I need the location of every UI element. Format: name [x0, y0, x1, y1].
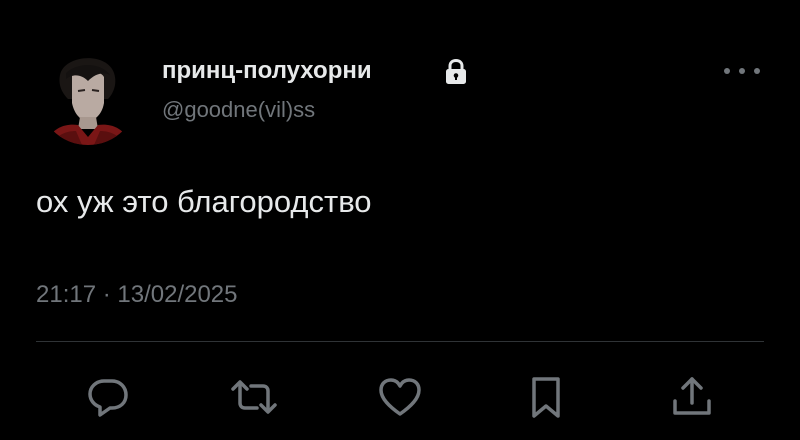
avatar-image: [38, 45, 138, 145]
display-name[interactable]: принц-полухорни: [162, 56, 372, 86]
share-button[interactable]: [668, 373, 716, 421]
tweet-text: ох уж это благородство: [36, 184, 372, 219]
user-handle[interactable]: @goodne(vil)ss: [162, 96, 315, 124]
tweet-timestamp[interactable]: 21:17 · 13/02/2025: [36, 279, 238, 311]
avatar[interactable]: [38, 45, 138, 145]
retweet-button[interactable]: [230, 373, 278, 421]
like-button[interactable]: [376, 373, 424, 421]
heart-icon: [379, 378, 421, 416]
reply-icon: [88, 379, 128, 417]
bookmark-button[interactable]: [522, 373, 570, 421]
more-horizontal-icon[interactable]: [718, 62, 766, 80]
divider: [36, 341, 764, 342]
retweet-icon: [231, 380, 277, 414]
share-icon: [673, 377, 711, 415]
reply-button[interactable]: [84, 373, 132, 421]
bookmark-icon: [532, 377, 560, 418]
lock-icon: [443, 58, 469, 86]
